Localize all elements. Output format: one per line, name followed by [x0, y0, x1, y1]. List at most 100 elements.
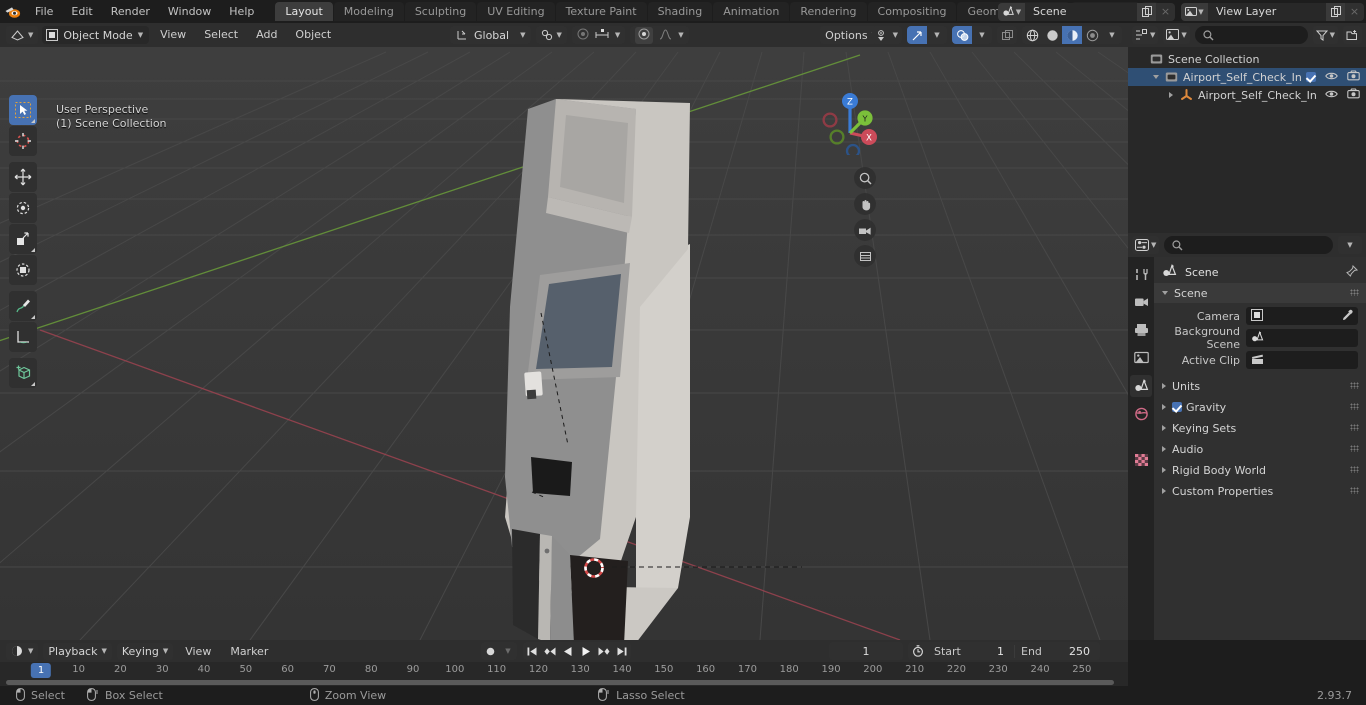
- menu-edit[interactable]: Edit: [62, 2, 101, 21]
- auto-keying-dropdown[interactable]: ▼: [499, 642, 517, 660]
- timeline-scrollbar-track[interactable]: [0, 679, 1128, 686]
- kiosk-3d-model[interactable]: [0, 47, 1128, 640]
- properties-tab-output[interactable]: [1130, 319, 1152, 341]
- menu-file[interactable]: File: [26, 2, 62, 21]
- play-reverse-icon[interactable]: [559, 642, 577, 660]
- panel-header-units[interactable]: Units: [1154, 376, 1366, 396]
- record-dot-icon[interactable]: [481, 642, 499, 660]
- menu-window[interactable]: Window: [159, 2, 220, 21]
- tab-sculpting[interactable]: Sculpting: [404, 2, 477, 21]
- tab-rendering[interactable]: Rendering: [790, 2, 867, 21]
- viewlayer-name[interactable]: View Layer: [1208, 2, 1326, 21]
- overlays-dropdown[interactable]: ▼: [972, 26, 992, 44]
- ortho-toggle-icon[interactable]: [854, 245, 876, 267]
- hand-pan-icon[interactable]: [854, 193, 876, 215]
- outliner-editor-type-button[interactable]: ▼: [1132, 26, 1159, 44]
- keying-dropdown[interactable]: Keying ▼: [116, 642, 174, 660]
- outliner-row[interactable]: Airport_Self_Check_In: [1128, 86, 1366, 104]
- remove-viewlayer-button[interactable]: ×: [1345, 2, 1364, 21]
- viewlayer-icon[interactable]: ▼: [1181, 2, 1208, 21]
- chevron-down-icon[interactable]: [1149, 75, 1162, 79]
- properties-tab-scene[interactable]: [1130, 375, 1152, 397]
- chevron-right-icon[interactable]: [1164, 92, 1177, 98]
- properties-tab-view-layer[interactable]: [1130, 347, 1152, 369]
- outliner-row[interactable]: Airport_Self_Check_In: [1128, 68, 1366, 86]
- camera-field[interactable]: [1246, 307, 1358, 325]
- panel-header-scene[interactable]: Scene: [1154, 283, 1366, 303]
- outliner-search-input[interactable]: [1194, 26, 1308, 44]
- panel-header-gravity[interactable]: Gravity: [1154, 397, 1366, 417]
- viewport-menu-view[interactable]: View: [153, 26, 193, 44]
- rendered-icon[interactable]: [1082, 26, 1102, 44]
- properties-tab-texture[interactable]: [1130, 449, 1152, 471]
- proportional-editing-group[interactable]: ▼: [571, 26, 626, 44]
- show-overlays-icon[interactable]: [952, 26, 972, 44]
- transform-orientation-dropdown[interactable]: Global ▼: [450, 26, 532, 44]
- properties-editor[interactable]: ▼ ▼ Scene Scene Camera Background Scene …: [1128, 233, 1366, 640]
- annotate-tool[interactable]: [9, 291, 37, 321]
- panel-header-custom-properties[interactable]: Custom Properties: [1154, 481, 1366, 501]
- tab-uv-editing[interactable]: UV Editing: [477, 2, 555, 21]
- menu-help[interactable]: Help: [220, 2, 263, 21]
- xray-toggle-icon[interactable]: [997, 26, 1017, 44]
- eyedropper-icon[interactable]: [1341, 309, 1354, 325]
- add-cube-tool[interactable]: [9, 358, 37, 388]
- tab-modeling[interactable]: Modeling: [333, 2, 404, 21]
- proportional-toggle-icon[interactable]: [635, 26, 654, 44]
- gizmo-dropdown[interactable]: ▼: [927, 26, 947, 44]
- viewport-menu-add[interactable]: Add: [249, 26, 284, 44]
- play-icon[interactable]: [577, 642, 595, 660]
- next-keyframe-icon[interactable]: [595, 642, 613, 660]
- snap-toggle-button[interactable]: ▼: [536, 26, 567, 44]
- new-viewlayer-button[interactable]: [1326, 2, 1345, 21]
- interaction-mode-dropdown[interactable]: Object Mode ▼: [42, 26, 150, 44]
- panel-header-rigid-body-world[interactable]: Rigid Body World: [1154, 460, 1366, 480]
- zoom-icon[interactable]: [854, 167, 876, 189]
- falloff-curve-icon[interactable]: [659, 28, 672, 43]
- navigation-gizmo[interactable]: Z Y X: [812, 89, 878, 155]
- tab-compositing[interactable]: Compositing: [867, 2, 957, 21]
- viewlayer-selector[interactable]: ▼ View Layer ×: [1181, 2, 1364, 21]
- rotate-tool[interactable]: [9, 193, 37, 223]
- material-preview-icon[interactable]: [1062, 26, 1082, 44]
- outliner-row[interactable]: Scene Collection: [1128, 50, 1366, 68]
- tab-layout[interactable]: Layout: [275, 2, 333, 21]
- 3d-viewport[interactable]: ▼ Object Mode ▼ View Select Add Object G…: [0, 23, 1128, 640]
- jump-start-icon[interactable]: [523, 642, 541, 660]
- visibility-dropdown[interactable]: ▼: [871, 26, 902, 44]
- properties-options-dropdown[interactable]: ▼: [1338, 236, 1362, 254]
- panel-enable-checkbox[interactable]: [1172, 402, 1182, 412]
- camera-render-visibility-icon[interactable]: [1347, 70, 1360, 84]
- properties-editor-type-button[interactable]: ▼: [1132, 236, 1160, 254]
- camera-render-visibility-icon[interactable]: [1347, 88, 1360, 102]
- filter-funnel-icon[interactable]: ▼: [1312, 26, 1338, 44]
- eye-visibility-icon[interactable]: [1325, 89, 1338, 102]
- unlink-scene-button[interactable]: ×: [1156, 2, 1175, 21]
- scene-icon[interactable]: ▼: [998, 2, 1025, 21]
- properties-tab-tool[interactable]: [1130, 263, 1152, 285]
- tab-shading[interactable]: Shading: [647, 2, 713, 21]
- background-scene-field[interactable]: [1246, 329, 1358, 347]
- transform-tool[interactable]: [9, 255, 37, 285]
- blender-logo-icon[interactable]: [0, 0, 26, 23]
- pin-icon[interactable]: [1346, 264, 1359, 280]
- end-frame-field[interactable]: End 250: [1014, 644, 1100, 658]
- scene-name[interactable]: Scene: [1025, 2, 1137, 21]
- proportional-falloff-group[interactable]: ▼: [630, 26, 689, 44]
- timeline-editor[interactable]: ▼ Playback ▼ Keying ▼ View Marker ▼ 1 St…: [0, 640, 1128, 686]
- shading-dropdown[interactable]: ▼: [1102, 26, 1122, 44]
- panel-header-audio[interactable]: Audio: [1154, 439, 1366, 459]
- timeline-scrollbar-thumb[interactable]: [6, 680, 1114, 685]
- timeline-ruler[interactable]: 10 20 30 40 50 60 70 80 90 100 110 120 130 140 150 160 1…: [0, 662, 1128, 680]
- properties-tab-world[interactable]: [1130, 403, 1152, 425]
- new-collection-icon[interactable]: [1343, 26, 1362, 44]
- outliner-exclude-checkbox[interactable]: [1306, 72, 1316, 82]
- cursor-tool[interactable]: [9, 126, 37, 156]
- viewport-menu-object[interactable]: Object: [288, 26, 338, 44]
- outliner-editor[interactable]: ▼ ▼ ▼ Scene Collection Airport_Self_Check…: [1128, 23, 1366, 233]
- measure-tool[interactable]: [9, 322, 37, 352]
- editor-type-button[interactable]: ▼: [6, 26, 39, 44]
- scale-tool[interactable]: [9, 224, 37, 254]
- outliner-display-mode-button[interactable]: ▼: [1163, 26, 1190, 44]
- solid-icon[interactable]: [1042, 26, 1062, 44]
